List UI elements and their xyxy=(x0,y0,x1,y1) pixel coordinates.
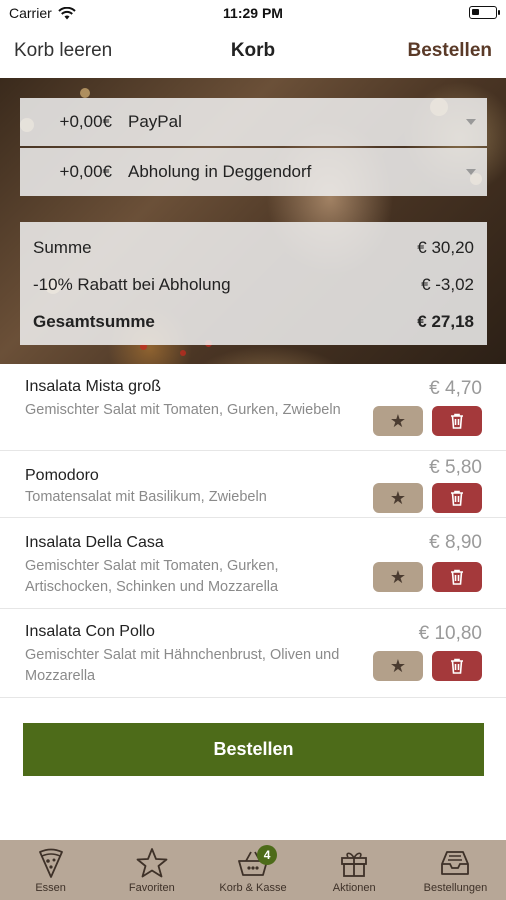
summary-label: -10% Rabatt bei Abholung xyxy=(33,275,231,294)
trash-icon xyxy=(451,413,463,429)
item-description: Gemischter Salat mit Tomaten, Gurken, Ar… xyxy=(25,558,279,595)
list-item: Insalata Con Pollo Gemischter Salat mit … xyxy=(0,609,506,698)
tab-label: Aktionen xyxy=(332,882,376,894)
summary-row-sum: Summe € 30,20 xyxy=(33,238,474,258)
tab-aktionen[interactable]: Aktionen xyxy=(304,840,405,900)
item-description: Gemischter Salat mit Tomaten, Gurken, Zw… xyxy=(25,402,341,418)
item-name: Pomodoro xyxy=(25,467,99,484)
favorite-button[interactable]: ★ xyxy=(373,651,423,681)
payment-label: PayPal xyxy=(128,112,182,131)
star-icon: ★ xyxy=(389,655,407,676)
battery-icon xyxy=(469,6,500,19)
item-price: € 8,90 xyxy=(429,532,482,553)
item-name: Insalata Con Pollo xyxy=(25,623,155,640)
summary-value: € -3,02 xyxy=(421,275,474,294)
delivery-price: +0,00€ xyxy=(59,162,112,181)
item-price: € 5,80 xyxy=(429,457,482,478)
star-icon: ★ xyxy=(389,410,407,431)
basket-count-badge: 4 xyxy=(257,845,278,865)
trash-icon xyxy=(451,569,463,585)
item-price: € 4,70 xyxy=(429,378,482,399)
star-icon: ★ xyxy=(389,566,407,587)
summary-label: Summe xyxy=(33,238,92,257)
item-name: Insalata Della Casa xyxy=(25,534,164,551)
delivery-label: Abholung in Deggendorf xyxy=(128,162,312,181)
summary-label: Gesamtsumme xyxy=(33,312,155,331)
delete-button[interactable] xyxy=(432,406,482,436)
pizza-slice-icon xyxy=(38,848,63,878)
item-name: Insalata Mista groß xyxy=(25,378,162,395)
status-bar: Carrier 11:29 PM xyxy=(0,0,506,26)
delivery-select[interactable]: +0,00€ Abholung in Deggendorf xyxy=(20,148,487,196)
order-button[interactable]: Bestellen xyxy=(23,723,484,776)
inbox-tray-icon xyxy=(441,851,470,875)
order-summary: Summe € 30,20 -10% Rabatt bei Abholung €… xyxy=(20,222,487,345)
status-time: 11:29 PM xyxy=(223,5,283,21)
star-icon xyxy=(136,848,168,878)
chevron-down-icon xyxy=(466,119,476,125)
trash-icon xyxy=(451,490,463,506)
clear-basket-button[interactable]: Korb leeren xyxy=(14,40,112,62)
payment-select[interactable]: +0,00€ PayPal xyxy=(20,98,487,146)
delete-button[interactable] xyxy=(432,562,482,592)
trash-icon xyxy=(451,658,463,674)
summary-value: € 27,18 xyxy=(417,312,474,331)
list-item: Insalata Della Casa Gemischter Salat mit… xyxy=(0,518,506,609)
gift-icon xyxy=(341,852,368,877)
summary-row-total: Gesamtsumme € 27,18 xyxy=(33,312,474,332)
order-nav-button[interactable]: Bestellen xyxy=(408,40,492,62)
star-icon: ★ xyxy=(389,487,407,508)
tab-bestellungen[interactable]: Bestellungen xyxy=(405,840,506,900)
summary-row-discount: -10% Rabatt bei Abholung € -3,02 xyxy=(33,275,474,295)
favorite-button[interactable]: ★ xyxy=(373,562,423,592)
list-item: Pomodoro Tomatensalat mit Basilikum, Zwi… xyxy=(0,451,506,518)
tab-favoriten[interactable]: Favoriten xyxy=(101,840,202,900)
tab-bar: Essen Favoriten 4 Korb & Kasse Aktionen xyxy=(0,840,506,900)
hero-image: +0,00€ PayPal +0,00€ Abholung in Deggend… xyxy=(0,78,506,364)
tab-essen[interactable]: Essen xyxy=(0,840,101,900)
favorite-button[interactable]: ★ xyxy=(373,406,423,436)
tab-label: Korb & Kasse xyxy=(219,882,287,894)
delete-button[interactable] xyxy=(432,483,482,513)
tab-label: Essen xyxy=(35,882,66,894)
item-description: Gemischter Salat mit Hähnchenbrust, Oliv… xyxy=(25,647,340,684)
item-description: Tomatensalat mit Basilikum, Zwiebeln xyxy=(25,489,267,505)
tab-korb-kasse[interactable]: 4 Korb & Kasse xyxy=(202,840,303,900)
summary-value: € 30,20 xyxy=(417,238,474,257)
chevron-down-icon xyxy=(466,169,476,175)
list-item: Insalata Mista groß Gemischter Salat mit… xyxy=(0,364,506,451)
payment-price: +0,00€ xyxy=(59,112,112,131)
favorite-button[interactable]: ★ xyxy=(373,483,423,513)
delete-button[interactable] xyxy=(432,651,482,681)
item-price: € 10,80 xyxy=(418,623,482,644)
tab-label: Favoriten xyxy=(128,882,175,894)
tab-label: Bestellungen xyxy=(423,882,488,894)
navigation-bar: Korb leeren Korb Bestellen xyxy=(0,28,506,76)
